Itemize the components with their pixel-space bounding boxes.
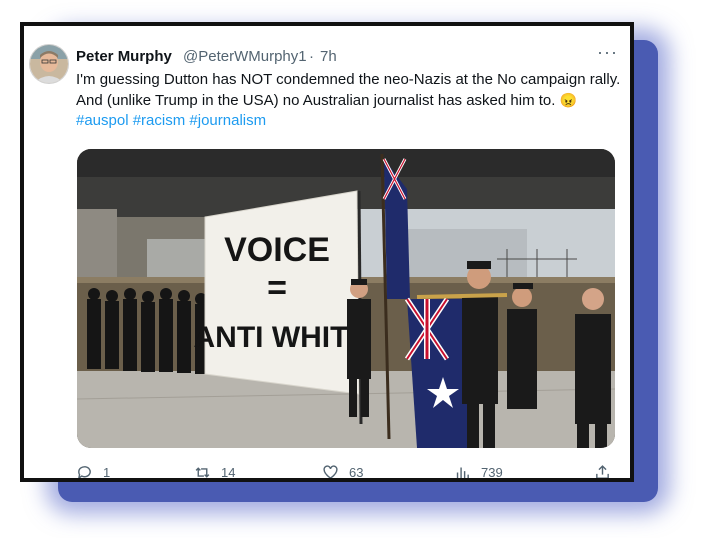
meta-separator: · <box>309 48 314 65</box>
hashtag-racism[interactable]: #racism <box>133 112 186 129</box>
share-icon <box>596 465 609 478</box>
banner-line-2: = <box>267 269 287 307</box>
tweet-text: I'm guessing Dutton has NOT condemned th… <box>76 70 621 131</box>
tweet-actions: 1 14 63 739 <box>76 464 621 480</box>
angry-face-emoji: 😠 <box>559 92 578 108</box>
tweet-body: I'm guessing Dutton has NOT condemned th… <box>76 71 621 109</box>
banner-line-3: ANTI WHITE <box>194 321 369 354</box>
reply-count: 1 <box>103 465 111 480</box>
hashtag-auspol[interactable]: #auspol <box>76 112 129 129</box>
author-name[interactable]: Peter Murphy <box>76 48 172 65</box>
views-button[interactable]: 739 <box>454 464 503 480</box>
hashtag-journalism[interactable]: #journalism <box>189 112 266 129</box>
tweet-timestamp[interactable]: 7h <box>320 48 337 65</box>
retweet-icon <box>195 467 210 478</box>
tweet-card: Peter Murphy @PeterWMurphy1 · 7h ··· I'm… <box>20 22 634 482</box>
tweet-photo[interactable]: VOICE = ANTI WHITE <box>77 149 615 448</box>
reply-button[interactable]: 1 <box>76 464 111 480</box>
views-chart-icon <box>456 467 469 478</box>
like-button[interactable]: 63 <box>322 464 364 480</box>
more-options-icon[interactable]: ··· <box>597 42 618 63</box>
heart-icon <box>323 465 338 478</box>
author-handle[interactable]: @PeterWMurphy1 <box>183 48 307 65</box>
avatar[interactable] <box>29 44 69 84</box>
share-button[interactable] <box>594 464 621 478</box>
reply-icon <box>78 466 91 478</box>
banner-line-1: VOICE <box>224 231 330 269</box>
retweet-count: 14 <box>221 465 236 480</box>
like-count: 63 <box>349 465 364 480</box>
retweet-button[interactable]: 14 <box>194 464 236 480</box>
views-count: 739 <box>481 465 503 480</box>
